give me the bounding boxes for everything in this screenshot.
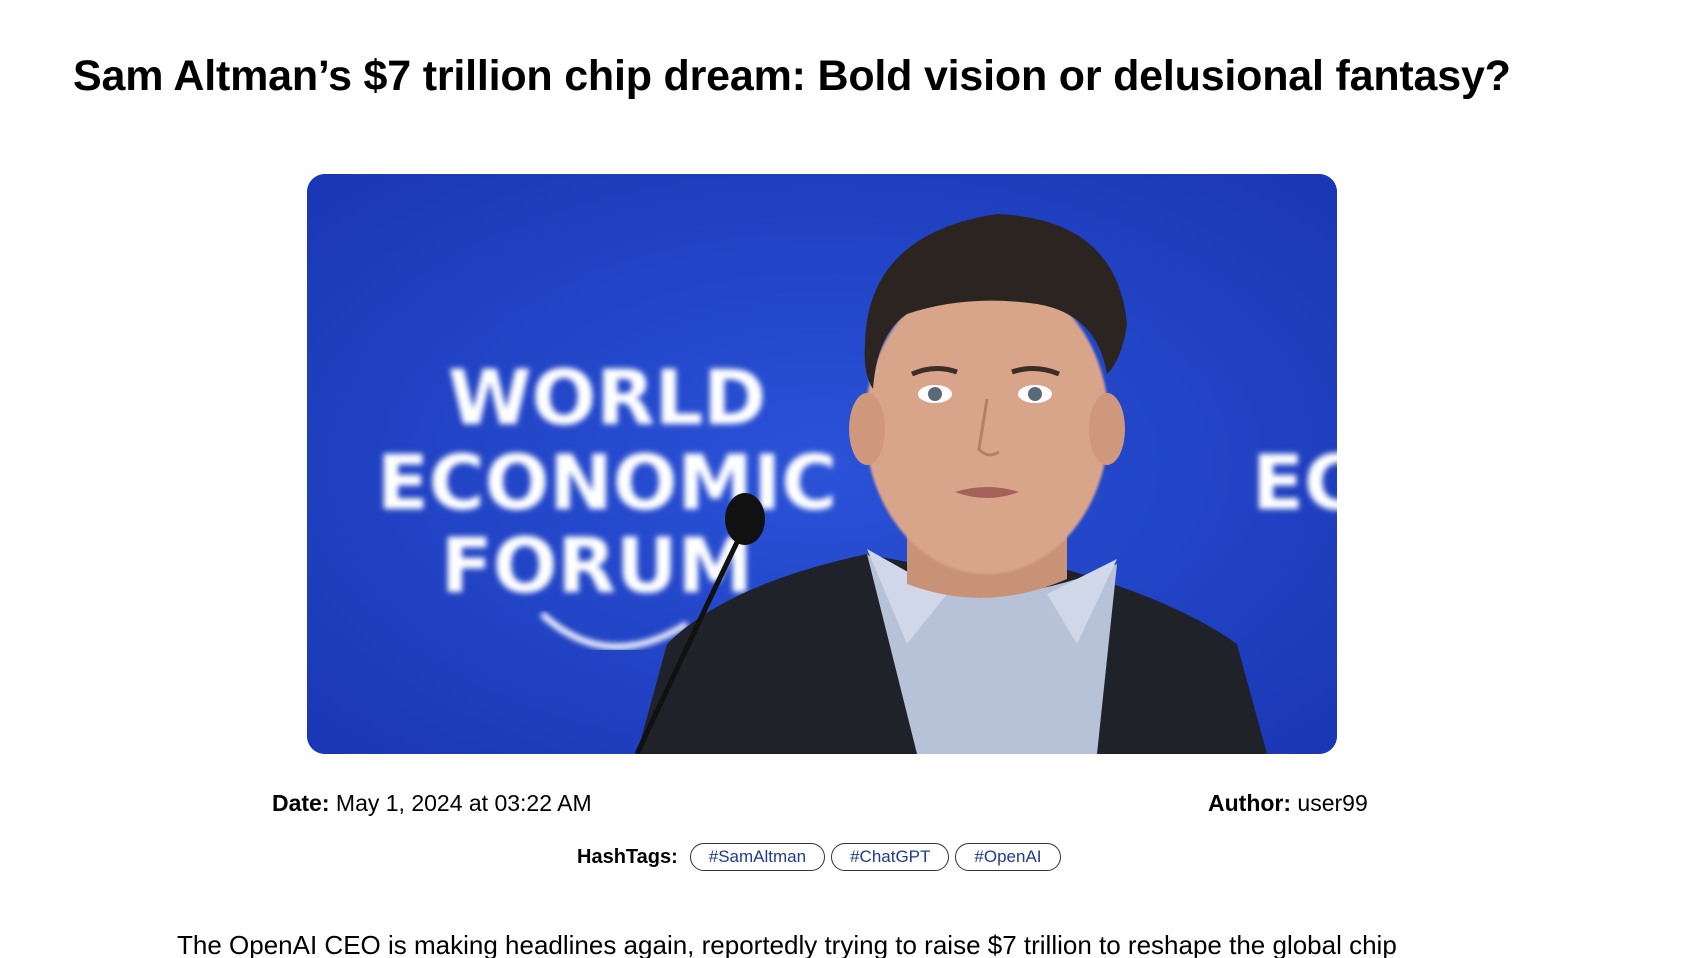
backdrop-text-line-3: FORUM <box>441 521 753 610</box>
article-date: Date: May 1, 2024 at 03:22 AM <box>272 790 592 817</box>
hashtags-label: HashTags: <box>577 845 678 868</box>
article-body-text: The OpenAI CEO is making headlines again… <box>177 930 1397 958</box>
backdrop-text-line-2: ECONOMIC <box>377 438 837 527</box>
article-author: Author: user99 <box>1208 790 1368 817</box>
hashtag-samaltman[interactable]: #SamAltman <box>689 843 826 871</box>
hashtag-openai[interactable]: #OpenAI <box>955 843 1061 871</box>
hero-image: WORLD ECONOMIC FORUM EC <box>307 174 1337 754</box>
author-value: user99 <box>1297 790 1368 816</box>
hashtag-chatgpt[interactable]: #ChatGPT <box>831 843 950 871</box>
backdrop-text-line-1: WORLD <box>448 353 766 442</box>
date-label: Date: <box>272 790 330 816</box>
hashtags-row: HashTags: #SamAltman #ChatGPT #OpenAI <box>577 843 1061 871</box>
backdrop-text-right: EC <box>1252 438 1337 527</box>
date-value: May 1, 2024 at 03:22 AM <box>335 790 592 816</box>
article-page: Sam Altman’s $7 trillion chip dream: Bol… <box>0 0 1703 958</box>
hero-image-illustration: WORLD ECONOMIC FORUM EC <box>307 174 1337 754</box>
author-label: Author: <box>1208 790 1292 816</box>
article-title: Sam Altman’s $7 trillion chip dream: Bol… <box>73 52 1511 100</box>
